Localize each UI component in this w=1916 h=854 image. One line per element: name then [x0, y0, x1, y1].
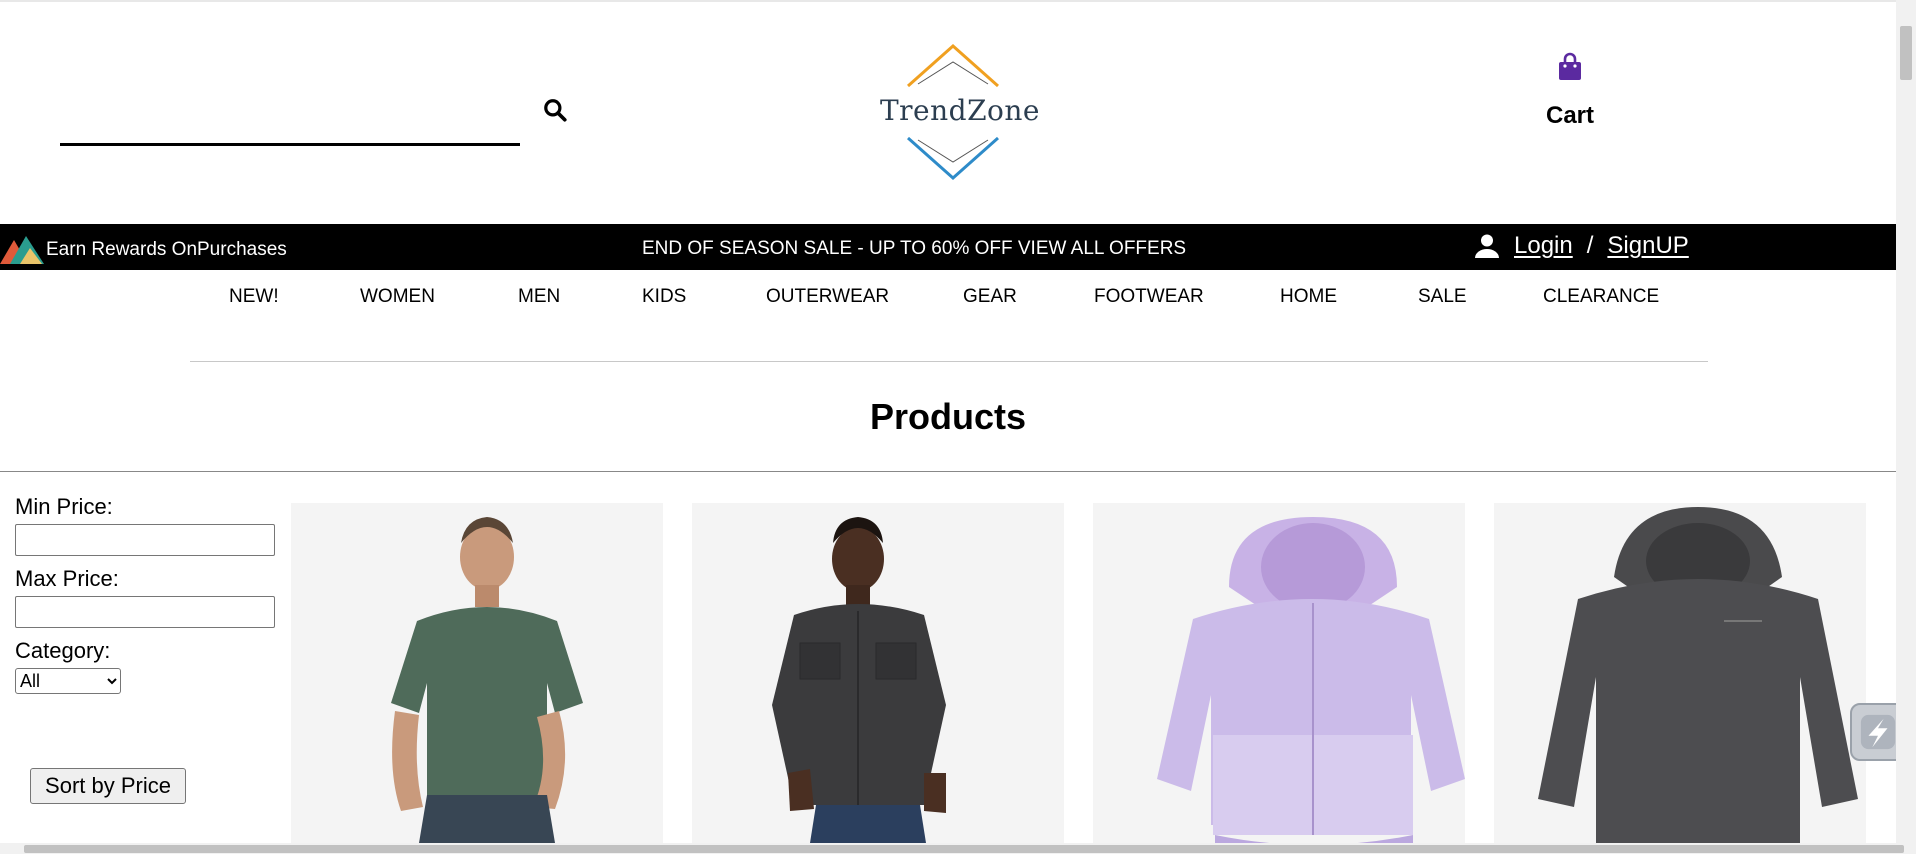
nav-item-sale[interactable]: SALE — [1418, 286, 1467, 308]
signup-link[interactable]: SignUP — [1607, 232, 1688, 260]
product-card[interactable] — [692, 503, 1064, 843]
floating-assistant-button[interactable] — [1850, 703, 1896, 761]
vertical-scrollbar[interactable] — [1896, 0, 1916, 843]
page-title: Products — [869, 396, 1027, 437]
search-box — [60, 82, 520, 146]
category-label: Category: — [15, 638, 111, 663]
title-divider — [0, 471, 1896, 472]
nav-divider — [190, 361, 1708, 362]
product-card[interactable] — [1093, 503, 1465, 843]
cart-button[interactable]: Cart — [1520, 52, 1620, 142]
lavender-kids-jacket-image — [1093, 503, 1465, 843]
logo-text: TrendZone — [880, 94, 1041, 127]
category-select[interactable]: All — [15, 668, 121, 694]
nav-item-outerwear[interactable]: OUTERWEAR — [766, 286, 889, 308]
nav-item-new[interactable]: NEW! — [229, 286, 279, 308]
page: TrendZone Cart Earn Rewards OnPurchases … — [0, 0, 1896, 843]
sort-by-price-button[interactable]: Sort by Price — [30, 768, 186, 804]
nav-item-home[interactable]: HOME — [1280, 286, 1337, 308]
min-price-input[interactable] — [15, 524, 275, 556]
search-icon — [544, 98, 567, 122]
charcoal-hoodie-image — [1494, 503, 1866, 843]
search-button[interactable] — [540, 96, 570, 126]
rewards-link[interactable]: Earn Rewards OnPurchases — [0, 224, 287, 270]
login-link[interactable]: Login — [1514, 232, 1573, 260]
cart-label: Cart — [1545, 102, 1594, 129]
promo-bar: Earn Rewards OnPurchases END OF SEASON S… — [0, 224, 1896, 270]
shopping-bag-icon — [1559, 52, 1581, 80]
filter-panel: Min Price: Max Price: Category: All — [15, 494, 277, 694]
lightning-icon — [1860, 714, 1896, 750]
max-price-label: Max Price: — [15, 566, 119, 591]
rewards-text: Earn Rewards OnPurchases — [46, 239, 287, 260]
vertical-scrollbar-thumb[interactable] — [1900, 26, 1912, 80]
product-card[interactable] — [291, 503, 663, 843]
header-top-border — [0, 0, 1896, 2]
dark-shirt-man-image — [692, 503, 1064, 843]
nav-item-clearance[interactable]: CLEARANCE — [1543, 286, 1659, 308]
min-price-label: Min Price: — [15, 494, 113, 519]
nav-item-gear[interactable]: GEAR — [963, 286, 1017, 308]
max-price-input[interactable] — [15, 596, 275, 628]
user-icon — [1475, 234, 1499, 258]
auth-separator: / — [1586, 232, 1594, 259]
search-input[interactable] — [60, 106, 520, 146]
sale-banner-text[interactable]: END OF SEASON SALE - UP TO 60% OFF VIEW … — [642, 238, 1186, 260]
mountains-icon — [0, 236, 44, 264]
logo[interactable]: TrendZone — [880, 44, 1041, 180]
nav-item-men[interactable]: MEN — [518, 286, 560, 308]
horizontal-scrollbar-thumb[interactable] — [24, 845, 1904, 853]
product-card[interactable] — [1494, 503, 1866, 843]
nav-item-kids[interactable]: KIDS — [642, 286, 686, 308]
nav-item-women[interactable]: WOMEN — [360, 286, 435, 308]
auth-links: Login / SignUP — [1474, 232, 1689, 260]
green-tshirt-man-image — [291, 503, 663, 843]
main-nav: NEW! WOMEN MEN KIDS OUTERWEAR GEAR FOOTW… — [0, 286, 1896, 316]
nav-item-footwear[interactable]: FOOTWEAR — [1094, 286, 1204, 308]
